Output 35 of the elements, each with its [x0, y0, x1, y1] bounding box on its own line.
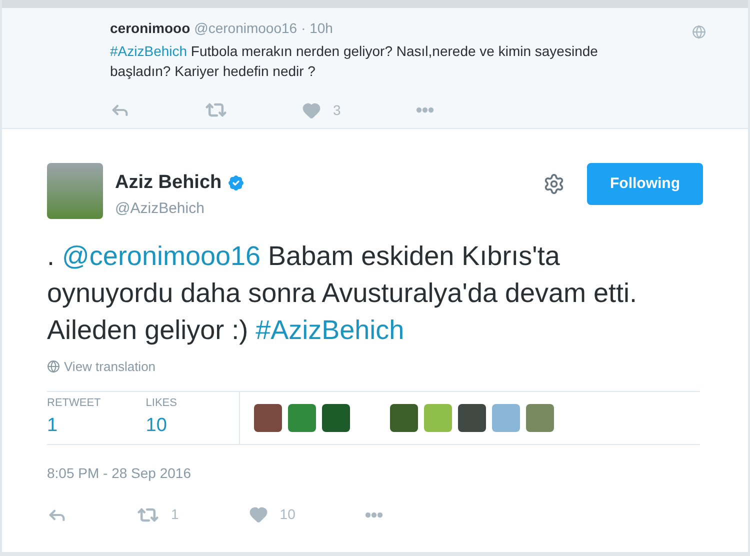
- liker-avatar-placeholder[interactable]: [322, 404, 350, 432]
- heart-icon: [302, 100, 321, 120]
- stat-count[interactable]: 1: [47, 412, 101, 440]
- reply-text: #AzizBehich Futbola merakın nerden geliyor? Nasıl,nerede ve kimin sayesinde başladın? Kariyer hedefin nedir ?: [110, 42, 599, 81]
- globe-icon: [47, 360, 60, 374]
- globe-icon: [692, 25, 706, 39]
- view-translation-link[interactable]: View translation: [47, 357, 156, 376]
- liker-avatar-placeholder[interactable]: [390, 404, 418, 432]
- settings-icon: [543, 173, 565, 195]
- liker-avatar-placeholder[interactable]: [458, 404, 486, 432]
- following-button[interactable]: Following: [587, 163, 703, 205]
- more-icon: [416, 107, 434, 113]
- hashtag-link[interactable]: #AzizBehich: [110, 43, 188, 59]
- heart-icon: [248, 505, 268, 524]
- like-button[interactable]: 10: [248, 504, 296, 525]
- like-button[interactable]: 3: [302, 100, 341, 120]
- retweet-button[interactable]: 1: [137, 504, 179, 526]
- mention-link[interactable]: @ceronimooo16: [62, 241, 261, 271]
- liker-avatar-placeholder[interactable]: [288, 404, 316, 432]
- reply-author-handle: @ceronimooo16: [194, 19, 298, 38]
- more-icon: [365, 512, 384, 518]
- stat-label: RETWEET: [47, 396, 101, 411]
- liker-avatar-placeholder[interactable]: [254, 404, 282, 432]
- author-name[interactable]: Aziz Behich: [115, 169, 222, 198]
- reply-time: · 10h: [301, 19, 333, 38]
- more-button[interactable]: [416, 107, 434, 113]
- stat-count[interactable]: 10: [146, 412, 177, 440]
- avatar-photo-placeholder[interactable]: [47, 163, 103, 219]
- reply-author-name[interactable]: ceronimooo: [110, 18, 190, 39]
- more-button[interactable]: [365, 512, 384, 518]
- author-handle: @AzizBehich: [115, 198, 206, 218]
- stat-label: LIKES: [146, 396, 177, 411]
- mention-link[interactable]: #AzizBehich: [256, 315, 404, 345]
- tweet-text: . @ceronimooo16 Babam eskiden Kıbrıs'ta oynuyordu daha sonra Avusturalya'da devam etti. Aileden geliyor :) #AzizBehich: [47, 240, 638, 347]
- tweet-date: 8:05 PM - 28 Sep 2016: [47, 464, 192, 483]
